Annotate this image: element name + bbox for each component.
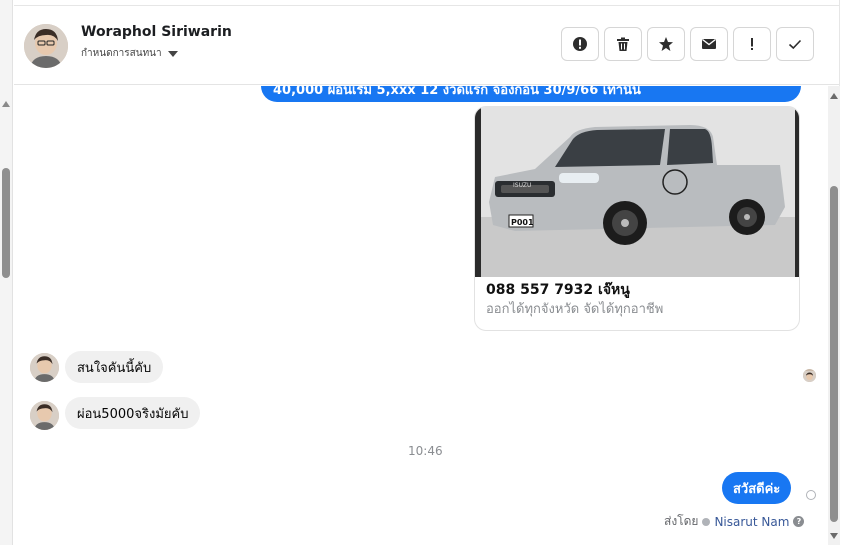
contact-avatar[interactable] [24,24,68,68]
truck-brand-text: ISUZU [513,182,531,189]
help-icon[interactable]: ? [793,516,805,527]
scrollbar-thumb[interactable] [2,168,10,278]
trash-icon [617,37,629,51]
check-icon [788,39,802,50]
scroll-down-arrow-icon[interactable] [830,533,838,539]
sent-status-icon [806,490,816,500]
assign-conversation-dropdown[interactable]: กำหนดการสนทนา [81,46,178,61]
message-thread: 40,000 ผ่อนเริ่ม 5,xxx 12 งวดแรก จองก่อน… [14,86,828,545]
scrollbar-thumb[interactable] [830,186,838,522]
product-card-attachment[interactable]: P001 ISUZU 088 557 7932 เจ๊หนู ออกได้ทุก… [474,106,800,331]
incoming-message-bubble[interactable]: สนใจคันนี้คับ [65,351,164,383]
page-scrollbar[interactable] [0,0,13,545]
card-subtitle: ออกได้ทุกจังหวัด จัดได้ทุกอาชีพ [486,302,664,317]
mark-unread-button[interactable] [690,27,728,61]
alert-circle-icon [573,37,587,51]
mark-spam-button[interactable] [561,27,599,61]
sender-avatar[interactable] [30,401,59,430]
messenger-window: Woraphol Siriwarin กำหนดการสนทนา 40,000 … [0,0,847,545]
follow-up-button[interactable] [733,27,771,61]
mark-done-button[interactable] [776,27,814,61]
message-timestamp: 10:46 [408,444,443,458]
conversation-header: Woraphol Siriwarin กำหนดการสนทนา [14,5,840,85]
sender-avatar[interactable] [30,353,59,382]
scroll-up-arrow-icon[interactable] [2,101,10,107]
person-avatar-icon [803,371,816,382]
scroll-up-arrow-icon[interactable] [830,93,838,99]
mail-icon [702,38,716,49]
person-avatar-icon [24,24,68,68]
exclamation-icon [751,38,753,50]
agent-status-icon [702,517,711,526]
sent-by-info: ส่งโดย Nisarut Nam ? [664,512,805,531]
star-icon [659,37,673,51]
person-avatar-icon [30,401,59,430]
person-avatar-icon [30,353,59,382]
thread-scrollbar[interactable] [828,86,840,545]
sent-by-label: ส่งโดย [664,514,699,528]
header-toolbar [561,27,814,61]
contact-name[interactable]: Woraphol Siriwarin [81,24,232,40]
agent-name-link[interactable]: Nisarut Nam [714,515,789,529]
chevron-down-icon [167,50,178,57]
outgoing-message-bubble[interactable]: 40,000 ผ่อนเริ่ม 5,xxx 12 งวดแรก จองก่อน… [261,86,801,102]
outgoing-message-bubble[interactable]: สวัสดีค่ะ [722,472,792,504]
assign-label: กำหนดการสนทนา [81,48,162,59]
license-plate-text: P001 [511,218,534,227]
read-receipt-avatar [803,369,816,382]
pickup-truck-image: P001 ISUZU [475,107,799,277]
delete-button[interactable] [604,27,642,61]
incoming-message-bubble[interactable]: ผ่อน5000จริงมัยคับ [65,397,201,429]
pickup-truck-photo[interactable]: P001 ISUZU [475,107,799,277]
star-button[interactable] [647,27,685,61]
